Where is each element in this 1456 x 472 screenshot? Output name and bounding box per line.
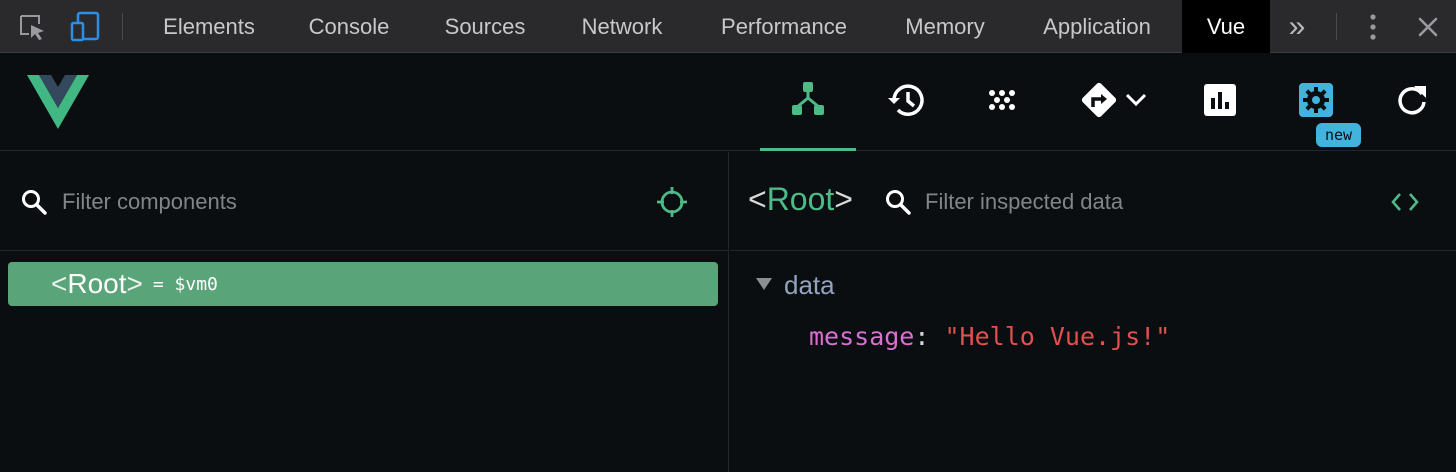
- components-tab[interactable]: [760, 53, 856, 151]
- more-tabs-icon[interactable]: »: [1276, 0, 1318, 53]
- vm-reference: = $vm0: [152, 273, 218, 295]
- settings-icon: [1298, 82, 1334, 123]
- search-icon: [884, 188, 912, 221]
- filter-components-input[interactable]: [62, 186, 622, 218]
- search-icon: [20, 188, 48, 221]
- performance-tab[interactable]: [1190, 53, 1250, 151]
- data-section-label: data: [784, 270, 835, 300]
- toolbar-divider: [122, 13, 123, 40]
- router-icon: [1078, 79, 1120, 126]
- router-tab[interactable]: [1068, 53, 1158, 151]
- caret-down-icon: [756, 277, 772, 295]
- vuex-icon: [985, 83, 1019, 122]
- select-component-in-page-icon[interactable]: [656, 186, 688, 223]
- data-property-row[interactable]: message: "Hello Vue.js!": [809, 322, 1170, 351]
- tab-memory[interactable]: Memory: [876, 0, 1014, 53]
- close-icon[interactable]: [1410, 0, 1446, 53]
- components-pane: < Root > = $vm0: [0, 152, 729, 472]
- tab-network[interactable]: Network: [552, 0, 692, 53]
- components-tree-icon: [790, 80, 826, 121]
- tab-performance[interactable]: Performance: [692, 0, 876, 53]
- kebab-menu-icon[interactable]: [1356, 0, 1390, 53]
- data-section-toggle[interactable]: data: [756, 270, 835, 301]
- chevron-down-icon: [1124, 92, 1148, 113]
- history-tab[interactable]: [876, 53, 936, 151]
- components-filter-bar: [0, 152, 728, 251]
- history-icon: [886, 82, 926, 123]
- property-value[interactable]: "Hello Vue.js!": [944, 322, 1170, 351]
- tab-application[interactable]: Application: [1014, 0, 1180, 53]
- component-name: Root: [67, 268, 127, 299]
- devtools-tab-bar: Elements Console Sources Network Perform…: [0, 0, 1456, 53]
- tab-elements[interactable]: Elements: [138, 0, 280, 53]
- filter-inspected-data-input[interactable]: [925, 186, 1355, 218]
- tag-close-bracket: >: [126, 268, 143, 299]
- new-badge: new: [1316, 123, 1361, 147]
- tree-row-root[interactable]: < Root > = $vm0: [8, 262, 718, 306]
- tab-vue[interactable]: Vue: [1182, 0, 1270, 53]
- inspected-component-title: <Root>: [748, 181, 853, 217]
- performance-icon: [1203, 83, 1237, 122]
- property-key: message: [809, 322, 915, 351]
- inspect-element-icon[interactable]: [14, 0, 50, 53]
- code-icon[interactable]: [1390, 190, 1420, 219]
- tag-open-bracket: <: [51, 268, 68, 299]
- refresh-icon: [1394, 82, 1430, 123]
- toolbar-divider: [1336, 13, 1337, 40]
- property-colon: :: [914, 322, 930, 351]
- vue-logo: [22, 53, 94, 151]
- vuex-tab[interactable]: [972, 53, 1032, 151]
- tab-sources[interactable]: Sources: [418, 0, 552, 53]
- vue-toolbar: [0, 53, 1456, 151]
- device-toolbar-icon[interactable]: [67, 0, 103, 53]
- inspector-header: <Root>: [730, 152, 1456, 251]
- inspector-pane: <Root> data message: "Hello Vue.js!": [730, 152, 1456, 472]
- refresh-button[interactable]: [1384, 53, 1440, 151]
- tab-console[interactable]: Console: [280, 0, 418, 53]
